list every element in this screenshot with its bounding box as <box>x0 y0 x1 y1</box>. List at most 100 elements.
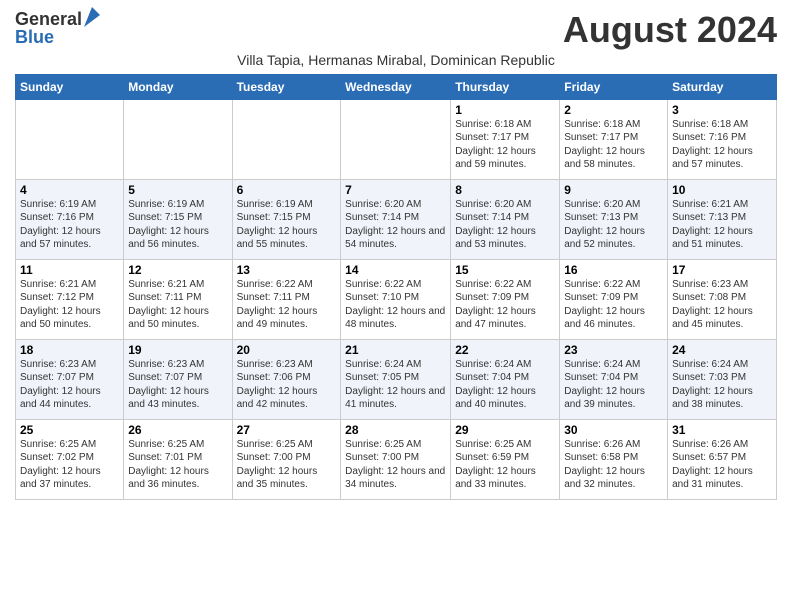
day-info: Sunrise: 6:24 AMSunset: 7:05 PMDaylight:… <box>345 358 446 412</box>
day-number: 2 <box>564 103 663 117</box>
calendar-week-row: 11Sunrise: 6:21 AMSunset: 7:12 PMDayligh… <box>16 259 777 339</box>
weekday-header-cell: Saturday <box>668 74 777 99</box>
calendar-table: SundayMondayTuesdayWednesdayThursdayFrid… <box>15 74 777 500</box>
day-number: 26 <box>128 423 227 437</box>
calendar-day-cell: 26Sunrise: 6:25 AMSunset: 7:01 PMDayligh… <box>124 419 232 499</box>
calendar-day-cell: 24Sunrise: 6:24 AMSunset: 7:03 PMDayligh… <box>668 339 777 419</box>
calendar-day-cell: 11Sunrise: 6:21 AMSunset: 7:12 PMDayligh… <box>16 259 124 339</box>
calendar-day-cell: 3Sunrise: 6:18 AMSunset: 7:16 PMDaylight… <box>668 99 777 179</box>
day-info: Sunrise: 6:24 AMSunset: 7:04 PMDaylight:… <box>455 358 555 412</box>
day-number: 11 <box>20 263 119 277</box>
calendar-day-cell: 7Sunrise: 6:20 AMSunset: 7:14 PMDaylight… <box>341 179 451 259</box>
day-number: 6 <box>237 183 337 197</box>
day-number: 18 <box>20 343 119 357</box>
day-number: 19 <box>128 343 227 357</box>
weekday-header-cell: Friday <box>560 74 668 99</box>
calendar-day-cell <box>16 99 124 179</box>
day-number: 8 <box>455 183 555 197</box>
day-number: 13 <box>237 263 337 277</box>
logo-general-text: General <box>15 10 82 28</box>
day-info: Sunrise: 6:25 AMSunset: 7:00 PMDaylight:… <box>237 438 337 492</box>
day-info: Sunrise: 6:23 AMSunset: 7:07 PMDaylight:… <box>128 358 227 412</box>
day-info: Sunrise: 6:22 AMSunset: 7:09 PMDaylight:… <box>564 278 663 332</box>
day-info: Sunrise: 6:24 AMSunset: 7:04 PMDaylight:… <box>564 358 663 412</box>
calendar-day-cell: 20Sunrise: 6:23 AMSunset: 7:06 PMDayligh… <box>232 339 341 419</box>
day-info: Sunrise: 6:24 AMSunset: 7:03 PMDaylight:… <box>672 358 772 412</box>
calendar-day-cell: 8Sunrise: 6:20 AMSunset: 7:14 PMDaylight… <box>451 179 560 259</box>
calendar-day-cell: 12Sunrise: 6:21 AMSunset: 7:11 PMDayligh… <box>124 259 232 339</box>
logo-bird-icon <box>84 7 100 27</box>
calendar-day-cell: 30Sunrise: 6:26 AMSunset: 6:58 PMDayligh… <box>560 419 668 499</box>
calendar-day-cell: 29Sunrise: 6:25 AMSunset: 6:59 PMDayligh… <box>451 419 560 499</box>
weekday-header-cell: Sunday <box>16 74 124 99</box>
calendar-day-cell: 13Sunrise: 6:22 AMSunset: 7:11 PMDayligh… <box>232 259 341 339</box>
day-info: Sunrise: 6:25 AMSunset: 7:01 PMDaylight:… <box>128 438 227 492</box>
calendar-day-cell: 17Sunrise: 6:23 AMSunset: 7:08 PMDayligh… <box>668 259 777 339</box>
calendar-day-cell: 31Sunrise: 6:26 AMSunset: 6:57 PMDayligh… <box>668 419 777 499</box>
calendar-day-cell: 23Sunrise: 6:24 AMSunset: 7:04 PMDayligh… <box>560 339 668 419</box>
calendar-day-cell <box>124 99 232 179</box>
calendar-day-cell <box>232 99 341 179</box>
day-info: Sunrise: 6:21 AMSunset: 7:13 PMDaylight:… <box>672 198 772 252</box>
day-number: 22 <box>455 343 555 357</box>
day-number: 17 <box>672 263 772 277</box>
day-info: Sunrise: 6:23 AMSunset: 7:07 PMDaylight:… <box>20 358 119 412</box>
calendar-day-cell: 9Sunrise: 6:20 AMSunset: 7:13 PMDaylight… <box>560 179 668 259</box>
day-info: Sunrise: 6:22 AMSunset: 7:10 PMDaylight:… <box>345 278 446 332</box>
logo-blue-text: Blue <box>15 28 54 46</box>
day-number: 1 <box>455 103 555 117</box>
day-info: Sunrise: 6:22 AMSunset: 7:11 PMDaylight:… <box>237 278 337 332</box>
calendar-week-row: 18Sunrise: 6:23 AMSunset: 7:07 PMDayligh… <box>16 339 777 419</box>
day-number: 16 <box>564 263 663 277</box>
weekday-header-row: SundayMondayTuesdayWednesdayThursdayFrid… <box>16 74 777 99</box>
calendar-day-cell: 10Sunrise: 6:21 AMSunset: 7:13 PMDayligh… <box>668 179 777 259</box>
day-info: Sunrise: 6:20 AMSunset: 7:14 PMDaylight:… <box>455 198 555 252</box>
day-info: Sunrise: 6:19 AMSunset: 7:15 PMDaylight:… <box>128 198 227 252</box>
calendar-day-cell: 28Sunrise: 6:25 AMSunset: 7:00 PMDayligh… <box>341 419 451 499</box>
calendar-body: 1Sunrise: 6:18 AMSunset: 7:17 PMDaylight… <box>16 99 777 499</box>
calendar-day-cell: 19Sunrise: 6:23 AMSunset: 7:07 PMDayligh… <box>124 339 232 419</box>
month-year-title: August 2024 <box>563 10 777 50</box>
calendar-day-cell: 22Sunrise: 6:24 AMSunset: 7:04 PMDayligh… <box>451 339 560 419</box>
day-info: Sunrise: 6:18 AMSunset: 7:17 PMDaylight:… <box>564 118 663 172</box>
day-number: 25 <box>20 423 119 437</box>
day-number: 27 <box>237 423 337 437</box>
day-number: 21 <box>345 343 446 357</box>
day-info: Sunrise: 6:25 AMSunset: 6:59 PMDaylight:… <box>455 438 555 492</box>
day-info: Sunrise: 6:19 AMSunset: 7:15 PMDaylight:… <box>237 198 337 252</box>
day-number: 7 <box>345 183 446 197</box>
day-info: Sunrise: 6:21 AMSunset: 7:11 PMDaylight:… <box>128 278 227 332</box>
day-number: 29 <box>455 423 555 437</box>
weekday-header-cell: Monday <box>124 74 232 99</box>
calendar-day-cell: 15Sunrise: 6:22 AMSunset: 7:09 PMDayligh… <box>451 259 560 339</box>
day-number: 3 <box>672 103 772 117</box>
day-number: 5 <box>128 183 227 197</box>
calendar-day-cell: 14Sunrise: 6:22 AMSunset: 7:10 PMDayligh… <box>341 259 451 339</box>
page-header: General Blue August 2024 <box>15 10 777 50</box>
day-number: 9 <box>564 183 663 197</box>
calendar-day-cell: 4Sunrise: 6:19 AMSunset: 7:16 PMDaylight… <box>16 179 124 259</box>
day-info: Sunrise: 6:25 AMSunset: 7:00 PMDaylight:… <box>345 438 446 492</box>
day-info: Sunrise: 6:26 AMSunset: 6:58 PMDaylight:… <box>564 438 663 492</box>
calendar-day-cell <box>341 99 451 179</box>
day-info: Sunrise: 6:23 AMSunset: 7:08 PMDaylight:… <box>672 278 772 332</box>
day-number: 14 <box>345 263 446 277</box>
calendar-day-cell: 27Sunrise: 6:25 AMSunset: 7:00 PMDayligh… <box>232 419 341 499</box>
day-number: 10 <box>672 183 772 197</box>
calendar-day-cell: 18Sunrise: 6:23 AMSunset: 7:07 PMDayligh… <box>16 339 124 419</box>
calendar-day-cell: 25Sunrise: 6:25 AMSunset: 7:02 PMDayligh… <box>16 419 124 499</box>
day-info: Sunrise: 6:22 AMSunset: 7:09 PMDaylight:… <box>455 278 555 332</box>
day-info: Sunrise: 6:20 AMSunset: 7:14 PMDaylight:… <box>345 198 446 252</box>
day-info: Sunrise: 6:18 AMSunset: 7:17 PMDaylight:… <box>455 118 555 172</box>
calendar-day-cell: 6Sunrise: 6:19 AMSunset: 7:15 PMDaylight… <box>232 179 341 259</box>
day-number: 20 <box>237 343 337 357</box>
location-title: Villa Tapia, Hermanas Mirabal, Dominican… <box>15 52 777 68</box>
calendar-week-row: 25Sunrise: 6:25 AMSunset: 7:02 PMDayligh… <box>16 419 777 499</box>
weekday-header-cell: Thursday <box>451 74 560 99</box>
day-number: 15 <box>455 263 555 277</box>
day-number: 31 <box>672 423 772 437</box>
day-info: Sunrise: 6:21 AMSunset: 7:12 PMDaylight:… <box>20 278 119 332</box>
calendar-day-cell: 21Sunrise: 6:24 AMSunset: 7:05 PMDayligh… <box>341 339 451 419</box>
day-number: 30 <box>564 423 663 437</box>
day-number: 24 <box>672 343 772 357</box>
